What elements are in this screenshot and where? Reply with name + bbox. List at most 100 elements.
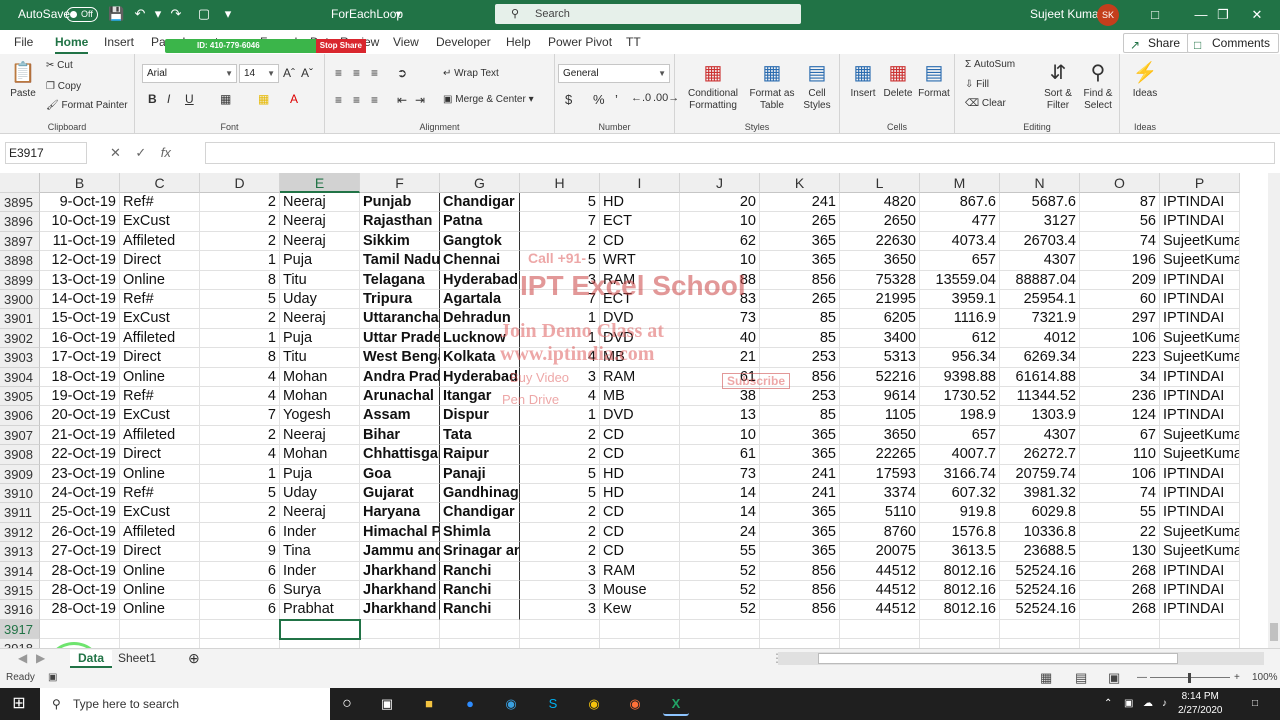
cell-n3908[interactable]: 26272.7 [1000,445,1080,465]
cell-g3905[interactable]: Itangar [440,387,520,407]
windows-start-icon[interactable]: ⊞ [6,692,32,716]
cortana-icon[interactable]: ○ [334,692,360,716]
file-title-dropdown-icon[interactable]: ▼ [394,9,403,19]
column-header-m[interactable]: M [920,173,1000,193]
cell-g3900[interactable]: Agartala [440,290,520,310]
sort-filter-button[interactable]: ⇵ Sort & Filter [1040,60,1076,112]
column-header-c[interactable]: C [120,173,200,193]
cell-d3900[interactable]: 5 [200,290,280,310]
row-header[interactable]: 3904 [0,367,40,387]
cell-p3909[interactable]: IPTINDAI [1160,464,1240,484]
cell-m3907[interactable]: 657 [920,425,1000,446]
cell-i3903[interactable]: MB [600,348,680,368]
page-layout-view-icon[interactable]: ▤ [1075,668,1087,688]
cell-c3909[interactable]: Online [120,464,200,484]
cell-h3900[interactable]: 7 [520,290,600,310]
cell-k3915[interactable]: 856 [760,581,840,601]
cell-g3915[interactable]: Ranchi [440,581,520,601]
clear-button[interactable]: ⌫ Clear [965,98,1006,109]
cell-c3908[interactable]: Direct [120,445,200,465]
cell-p3910[interactable]: IPTINDAI [1160,484,1240,504]
cell-k3905[interactable]: 253 [760,387,840,407]
cell-c3906[interactable]: ExCust [120,406,200,426]
cell-h3906[interactable]: 1 [520,406,600,426]
cell-c3898[interactable]: Direct [120,251,200,271]
cell-b3915[interactable]: 28-Oct-19 [40,581,120,601]
cell-f3904[interactable]: Andra Pradesh [360,367,440,387]
cell-n3895[interactable]: 5687.6 [1000,193,1080,213]
comments-button[interactable]: □ Comments [1187,33,1280,53]
cell-c3902[interactable]: Affileted [120,328,200,349]
cell-c3901[interactable]: ExCust [120,309,200,329]
cell-f3905[interactable]: Arunachal [360,387,440,407]
save-icon[interactable]: 💾 [108,6,124,22]
align-middle-icon[interactable]: ≡ [353,66,360,80]
share-button[interactable]: ↗ Share [1123,33,1190,53]
cell-k3902[interactable]: 85 [760,328,840,349]
cell-g3904[interactable]: Hyderabad [440,367,520,387]
cell-p3906[interactable]: IPTINDAI [1160,406,1240,426]
cell-c3915[interactable]: Online [120,581,200,601]
tab-help[interactable]: Help [506,35,531,49]
cell-k3896[interactable]: 265 [760,212,840,232]
cell-o3907[interactable]: 67 [1080,425,1160,446]
cell-n3904[interactable]: 61614.88 [1000,367,1080,387]
autosum-button[interactable]: Σ AutoSum [965,59,1015,70]
underline-button[interactable]: U [185,92,194,106]
row-header[interactable]: 3914 [0,561,40,581]
cell-e3907[interactable]: Neeraj [280,425,360,446]
cell-m3915[interactable]: 8012.16 [920,581,1000,601]
cell-j3898[interactable]: 10 [680,251,760,271]
cell-h3912[interactable]: 2 [520,522,600,543]
cell-f3910[interactable]: Gujarat [360,484,440,504]
cell-e3913[interactable]: Tina [280,542,360,562]
cell-o3897[interactable]: 74 [1080,231,1160,252]
cell-n3911[interactable]: 6029.8 [1000,503,1080,523]
cell-m3905[interactable]: 1730.52 [920,387,1000,407]
quick-access-icon[interactable]: ▢ [196,6,212,22]
cell-g3914[interactable]: Ranchi [440,561,520,581]
cell-n3917[interactable] [1000,619,1080,640]
task-view-icon[interactable]: ▣ [374,692,400,716]
row-header[interactable]: 3912 [0,522,40,543]
ideas-button[interactable]: ⚡ Ideas [1128,60,1162,100]
macro-record-icon[interactable]: ▣ [48,668,57,688]
cell-o3906[interactable]: 124 [1080,406,1160,426]
cell-n3907[interactable]: 4307 [1000,425,1080,446]
cell-l3898[interactable]: 3650 [840,251,920,271]
column-header-d[interactable]: D [200,173,280,193]
cell-l3901[interactable]: 6205 [840,309,920,329]
column-header-j[interactable]: J [680,173,760,193]
cell-j3903[interactable]: 21 [680,348,760,368]
cell-p3897[interactable]: SujeetKumar [1160,231,1240,252]
cell-l3895[interactable]: 4820 [840,193,920,213]
row-header[interactable]: 3917 [0,619,40,640]
cell-o3898[interactable]: 196 [1080,251,1160,271]
row-header[interactable]: 3898 [0,251,40,271]
zoom-thumb[interactable] [1188,673,1191,683]
percent-icon[interactable]: % [593,92,605,107]
cell-m3903[interactable]: 956.34 [920,348,1000,368]
cell-j3909[interactable]: 73 [680,464,760,484]
customize-qat-icon[interactable]: ▾ [220,6,236,22]
cell-b3906[interactable]: 20-Oct-19 [40,406,120,426]
chrome-icon[interactable]: ◉ [581,692,607,716]
column-header-h[interactable]: H [520,173,600,193]
cell-b3905[interactable]: 19-Oct-19 [40,387,120,407]
tab-power-pivot[interactable]: Power Pivot [548,35,612,49]
close-button[interactable]: ✕ [1234,0,1280,30]
row-header[interactable]: 3902 [0,328,40,349]
cell-e3911[interactable]: Neeraj [280,503,360,523]
cell-c3913[interactable]: Direct [120,542,200,562]
cell-d3902[interactable]: 1 [200,328,280,349]
cell-g3917[interactable] [440,619,520,640]
cell-g3913[interactable]: Srinagar and Jammu [440,542,520,562]
cell-o3902[interactable]: 106 [1080,328,1160,349]
cell-j3905[interactable]: 38 [680,387,760,407]
cell-o3903[interactable]: 223 [1080,348,1160,368]
cell-h3902[interactable]: 1 [520,328,600,349]
cell-b3912[interactable]: 26-Oct-19 [40,522,120,543]
firefox-icon[interactable]: ◉ [622,692,648,716]
column-header-i[interactable]: I [600,173,680,193]
tab-view[interactable]: View [393,35,419,49]
